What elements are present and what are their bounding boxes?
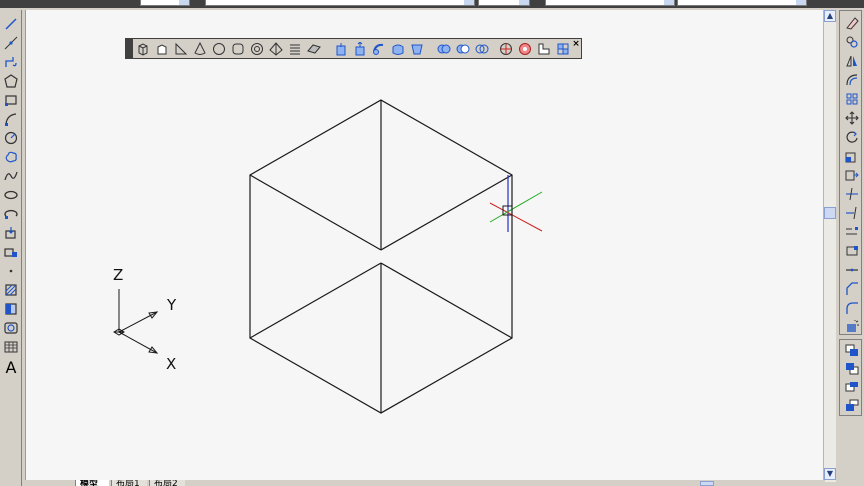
ucs-x-axis <box>118 331 158 354</box>
cube-edge <box>249 262 382 339</box>
tab-model[interactable]: 模型 <box>75 480 109 486</box>
ucs-x-arrow <box>148 346 159 354</box>
model-space-drawing: Z Y X <box>113 99 543 414</box>
ucs-icon: Z Y X <box>113 266 177 373</box>
tab-layout2[interactable]: 布局2 <box>149 480 185 486</box>
isometric-cube <box>249 99 513 414</box>
ucs-y-label: Y <box>166 296 177 314</box>
ucs-z-label: Z <box>113 266 123 284</box>
ucs-y-arrow <box>148 311 159 319</box>
cube-edge <box>380 262 513 339</box>
horizontal-scrollbar-thumb[interactable] <box>700 481 714 486</box>
cube-edge <box>249 174 382 251</box>
ucs-y-axis <box>118 311 158 333</box>
tab-layout1[interactable]: 布局1 <box>111 480 147 486</box>
ucs-x-label: X <box>166 355 176 373</box>
cad-application: A ▲ ▼ × Z Y X 模型 布局1 布局2 <box>0 0 864 486</box>
cube-edge <box>380 174 513 251</box>
